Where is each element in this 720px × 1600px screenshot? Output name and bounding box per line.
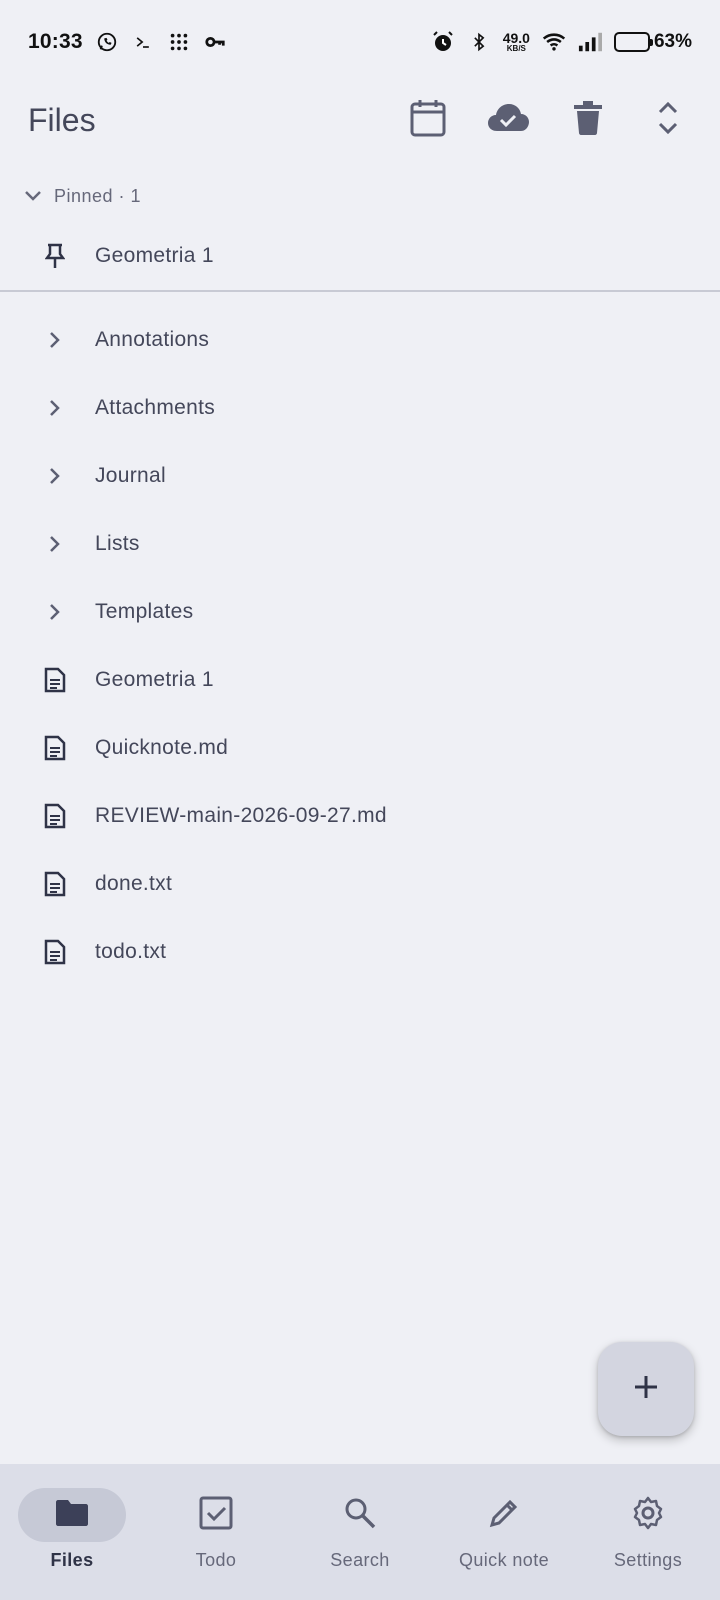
bottom-navigation: Files Todo Search Quick note Settings [0, 1464, 720, 1600]
alarm-icon [431, 30, 455, 54]
bluetooth-icon [467, 30, 491, 54]
nav-icon-wrap [450, 1488, 558, 1542]
battery-indicator: 63% [613, 31, 692, 53]
pinned-item[interactable]: Geometria 1 [0, 222, 720, 290]
net-speed: 49.0 KB/S [503, 31, 530, 53]
checkbox-icon [199, 1496, 233, 1535]
nav-quick-note[interactable]: Quick note [439, 1488, 569, 1571]
document-icon [35, 735, 75, 761]
calendar-button[interactable] [408, 99, 448, 142]
dots-grid-icon [167, 30, 191, 54]
file-label: Quicknote.md [95, 736, 229, 759]
battery-icon [613, 32, 653, 52]
nav-settings[interactable]: Settings [583, 1488, 713, 1571]
file-row[interactable]: REVIEW-main-2026-09-27.md [0, 782, 720, 850]
file-row[interactable]: todo.txt [0, 918, 720, 986]
nav-label: Files [50, 1550, 94, 1570]
page-title: Files [28, 101, 96, 138]
sync-button[interactable] [487, 100, 529, 140]
pinned-item-label: Geometria 1 [95, 244, 214, 267]
add-button[interactable] [598, 1342, 694, 1436]
folder-label: Lists [95, 532, 140, 555]
file-label: todo.txt [95, 940, 167, 963]
nav-files[interactable]: Files [7, 1488, 137, 1571]
file-label: done.txt [95, 872, 173, 895]
folder-icon [54, 1498, 90, 1533]
document-icon [35, 667, 75, 693]
nav-label: Settings [613, 1550, 683, 1570]
pinned-section-toggle[interactable]: Pinned · 1 [24, 176, 141, 216]
app-bar: Files [0, 84, 720, 156]
divider [0, 290, 720, 292]
net-speed-unit: KB/S [506, 44, 526, 53]
expand-collapse-icon [657, 100, 679, 141]
chevron-right-icon [35, 467, 75, 485]
file-label: REVIEW-main-2026-09-27.md [95, 804, 387, 827]
key-icon [203, 30, 227, 54]
folder-row-journal[interactable]: Journal [0, 442, 720, 510]
status-right: 49.0 KB/S 63% [431, 30, 692, 54]
nav-todo[interactable]: Todo [151, 1488, 281, 1571]
nav-label: Search [330, 1550, 390, 1570]
pin-icon [35, 243, 75, 269]
net-speed-value: 49.0 [502, 30, 530, 46]
folder-label: Journal [95, 464, 166, 487]
folder-label: Annotations [95, 328, 210, 351]
chevron-right-icon [35, 603, 75, 621]
terminal-icon [131, 30, 155, 54]
nav-icon-wrap [306, 1488, 414, 1542]
chevron-right-icon [35, 399, 75, 417]
file-row[interactable]: done.txt [0, 850, 720, 918]
whatsapp-icon [95, 30, 119, 54]
battery-percent: 63% [653, 31, 692, 52]
status-time: 10:33 [28, 30, 83, 53]
file-label: Geometria 1 [95, 668, 214, 691]
search-icon [344, 1497, 376, 1534]
pinned-header-label: Pinned · 1 [54, 185, 142, 206]
document-icon [35, 939, 75, 965]
calendar-icon [410, 99, 446, 142]
chevron-right-icon [35, 535, 75, 553]
nav-indicator [18, 1488, 126, 1542]
nav-icon-wrap [162, 1488, 270, 1542]
plus-icon [633, 1374, 659, 1405]
status-bar: 10:33 49.0 KB/S 63% [0, 0, 720, 84]
folder-label: Templates [95, 600, 194, 623]
nav-label: Todo [195, 1550, 237, 1570]
wifi-icon [542, 30, 566, 54]
folder-label: Attachments [95, 396, 216, 419]
chevron-down-icon [24, 186, 42, 207]
file-row[interactable]: Geometria 1 [0, 646, 720, 714]
nav-search[interactable]: Search [295, 1488, 425, 1571]
chevron-right-icon [35, 331, 75, 349]
file-row[interactable]: Quicknote.md [0, 714, 720, 782]
trash-button[interactable] [568, 100, 608, 140]
document-icon [35, 803, 75, 829]
gear-icon [631, 1496, 665, 1535]
cloud-done-icon [487, 103, 529, 138]
document-icon [35, 871, 75, 897]
pencil-icon [488, 1497, 520, 1534]
expand-collapse-button[interactable] [648, 100, 688, 140]
nav-icon-wrap [594, 1488, 702, 1542]
status-left: 10:33 [28, 30, 227, 54]
folder-row-lists[interactable]: Lists [0, 510, 720, 578]
nav-label: Quick note [458, 1550, 550, 1570]
folder-row-templates[interactable]: Templates [0, 578, 720, 646]
folder-row-attachments[interactable]: Attachments [0, 374, 720, 442]
appbar-actions [408, 99, 692, 142]
trash-icon [574, 100, 602, 140]
signal-icon [578, 30, 602, 54]
folder-row-annotations[interactable]: Annotations [0, 306, 720, 374]
